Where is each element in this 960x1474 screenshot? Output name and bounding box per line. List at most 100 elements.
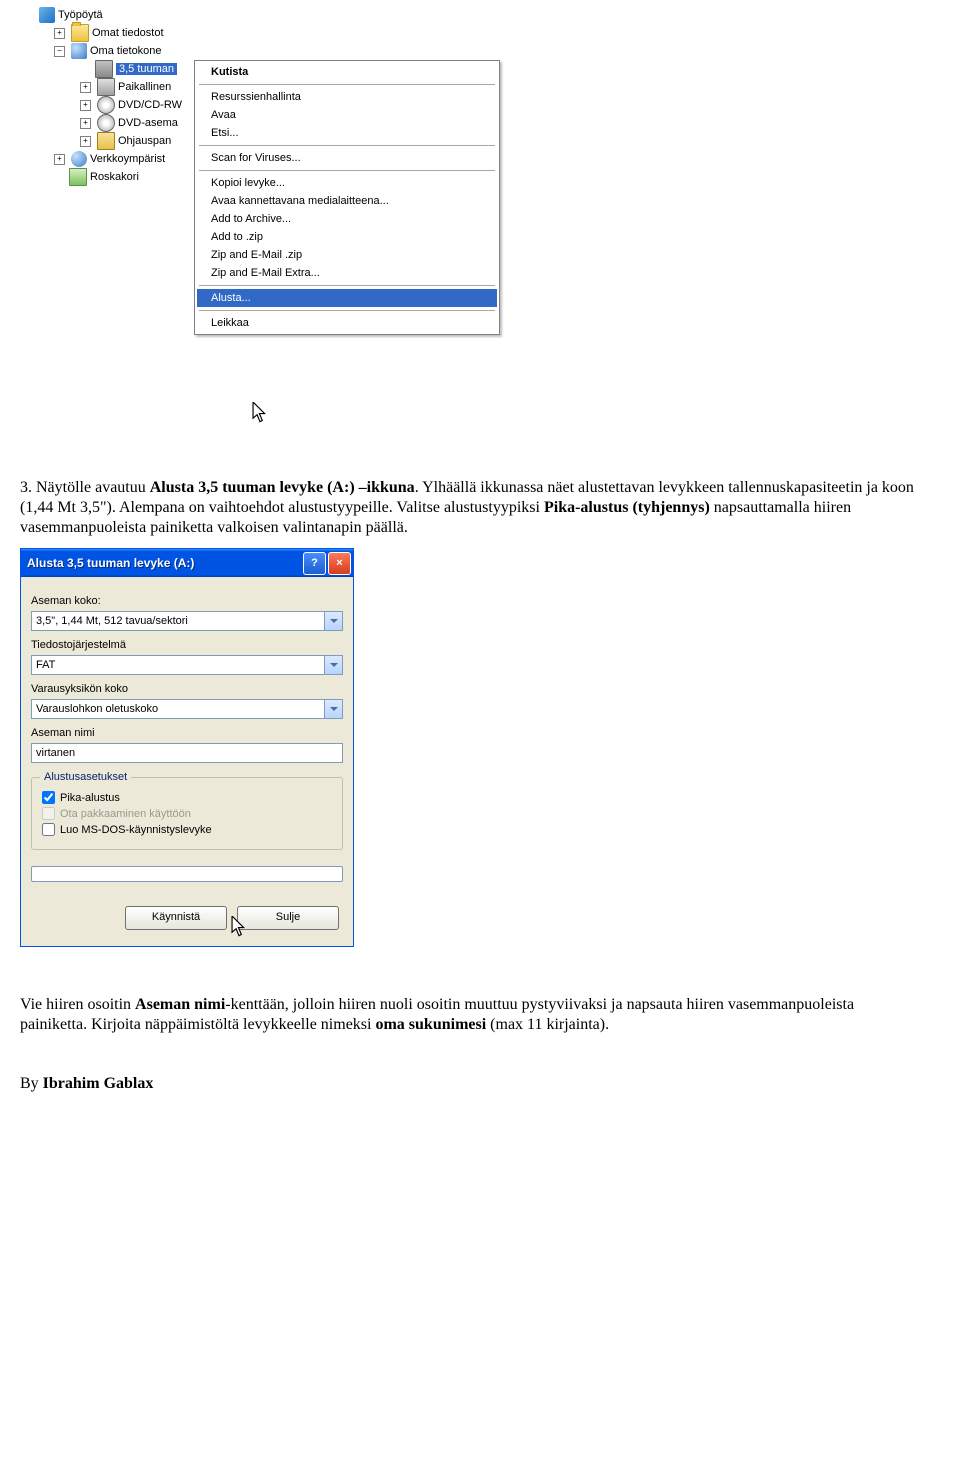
expand-icon[interactable]: + [80, 136, 91, 147]
explorer-tree-screenshot: Työpöytä + Omat tiedostot − Oma tietokon… [20, 0, 500, 460]
tree-label: DVD/CD-RW [118, 99, 182, 111]
cursor-icon [231, 916, 247, 938]
checkbox-label: Ota pakkaaminen käyttöön [60, 808, 191, 820]
checkbox-quick-format[interactable]: Pika-alustus [42, 791, 332, 804]
label-drive-size: Aseman koko: [31, 595, 343, 607]
tree-item-mycomputer[interactable]: − Oma tietokone [20, 42, 200, 60]
combo-value: 3,5", 1,44 Mt, 512 tavua/sektori [36, 615, 188, 627]
close-dialog-button[interactable]: Sulje [237, 906, 339, 930]
tree-label: 3,5 tuuman [116, 63, 177, 75]
menu-item-zipmail[interactable]: Zip and E-Mail .zip [197, 246, 497, 264]
author-line: By Ibrahim Gablax [20, 1075, 940, 1093]
collapse-icon[interactable]: − [54, 46, 65, 57]
tree-item-dvdrom[interactable]: + DVD-asema [20, 114, 200, 132]
menu-separator [199, 285, 495, 286]
chevron-down-icon[interactable] [324, 700, 342, 718]
menu-separator [199, 170, 495, 171]
checkbox-input[interactable] [42, 823, 55, 836]
expand-icon[interactable]: + [80, 118, 91, 129]
text: (max 11 kirjainta). [486, 1016, 609, 1033]
tree-item-network[interactable]: + Verkkoympärist [20, 150, 200, 168]
checkbox-input [42, 807, 55, 820]
cdrom-icon [97, 96, 115, 114]
context-menu: Kutista Resurssienhallinta Avaa Etsi... … [194, 60, 500, 335]
combo-filesystem[interactable]: FAT [31, 655, 343, 675]
menu-item-addzip[interactable]: Add to .zip [197, 228, 497, 246]
control-panel-icon [97, 132, 115, 150]
label-allocation: Varausyksikön koko [31, 683, 343, 695]
tree-item-mydocs[interactable]: + Omat tiedostot [20, 24, 200, 42]
floppy-drive-icon [95, 60, 113, 78]
bold-text: oma sukunimesi [375, 1016, 486, 1033]
cdrom-icon [97, 114, 115, 132]
chevron-down-icon[interactable] [324, 612, 342, 630]
menu-item-addarchive[interactable]: Add to Archive... [197, 210, 497, 228]
label-volume-name: Aseman nimi [31, 727, 343, 739]
bold-text: Alusta 3,5 tuuman levyke (A:) –ikkuna [150, 479, 415, 496]
tree-label: Roskakori [90, 171, 139, 183]
tree-label: Työpöytä [58, 9, 103, 21]
desktop-icon [39, 7, 55, 23]
expand-icon[interactable]: + [80, 100, 91, 111]
combo-value: Varauslohkon oletuskoko [36, 703, 158, 715]
harddisk-icon [97, 78, 115, 96]
my-computer-icon [71, 43, 87, 59]
format-options-group: Alustusasetukset Pika-alustus Ota pakkaa… [31, 777, 343, 850]
instruction-paragraph-1: 3. Näytölle avautuu Alusta 3,5 tuuman le… [20, 478, 920, 538]
label-filesystem: Tiedostojärjestelmä [31, 639, 343, 651]
expand-icon[interactable]: + [54, 28, 65, 39]
tree-item-desktop[interactable]: Työpöytä [20, 6, 200, 24]
progress-bar [31, 866, 343, 882]
tree-label: DVD-asema [118, 117, 178, 129]
menu-item-cut[interactable]: Leikkaa [197, 314, 497, 332]
menu-item-format[interactable]: Alusta... [197, 289, 497, 307]
menu-item-copydisk[interactable]: Kopioi levyke... [197, 174, 497, 192]
chevron-down-icon[interactable] [324, 656, 342, 674]
checkbox-label: Pika-alustus [60, 792, 120, 804]
instruction-paragraph-2: Vie hiiren osoitin Aseman nimi-kenttään,… [20, 995, 920, 1035]
group-label: Alustusasetukset [40, 771, 131, 783]
titlebar: Alusta 3,5 tuuman levyke (A:) ? × [21, 549, 353, 577]
help-button[interactable]: ? [303, 552, 326, 575]
tree-label: Paikallinen [118, 81, 171, 93]
menu-item-search[interactable]: Etsi... [197, 124, 497, 142]
menu-separator [199, 145, 495, 146]
tree-label: Oma tietokone [90, 45, 162, 57]
combo-allocation[interactable]: Varauslohkon oletuskoko [31, 699, 343, 719]
menu-item-openportable[interactable]: Avaa kannettavana medialaitteena... [197, 192, 497, 210]
menu-item-scan[interactable]: Scan for Viruses... [197, 149, 497, 167]
start-button[interactable]: Käynnistä [125, 906, 227, 930]
text: Vie hiiren osoitin [20, 996, 135, 1013]
checkbox-compression: Ota pakkaaminen käyttöön [42, 807, 332, 820]
text: By [20, 1075, 43, 1092]
menu-item-zipmailx[interactable]: Zip and E-Mail Extra... [197, 264, 497, 282]
expand-icon[interactable]: + [54, 154, 65, 165]
menu-separator [199, 84, 495, 85]
tree-item-local[interactable]: + Paikallinen [20, 78, 200, 96]
tree-item-dvdcdrw[interactable]: + DVD/CD-RW [20, 96, 200, 114]
menu-item-explore[interactable]: Resurssienhallinta [197, 88, 497, 106]
menu-item-open[interactable]: Avaa [197, 106, 497, 124]
format-dialog: Alusta 3,5 tuuman levyke (A:) ? × Aseman… [20, 548, 354, 947]
menu-separator [199, 310, 495, 311]
menu-item-collapse[interactable]: Kutista [197, 63, 497, 81]
input-volume-name[interactable] [31, 743, 343, 763]
bold-text: Aseman nimi [135, 996, 225, 1013]
text: 3. Näytölle avautuu [20, 479, 150, 496]
checkbox-msdos-startup[interactable]: Luo MS-DOS-käynnistyslevyke [42, 823, 332, 836]
network-icon [71, 151, 87, 167]
combo-drive-size[interactable]: 3,5", 1,44 Mt, 512 tavua/sektori [31, 611, 343, 631]
combo-value: FAT [36, 659, 55, 671]
checkbox-input[interactable] [42, 791, 55, 804]
recycle-bin-icon [69, 168, 87, 186]
tree-item-controlpanel[interactable]: + Ohjauspan [20, 132, 200, 150]
tree-item-floppy[interactable]: 3,5 tuuman [20, 60, 200, 78]
close-button[interactable]: × [328, 552, 351, 575]
expand-icon[interactable]: + [80, 82, 91, 93]
tree-label: Omat tiedostot [92, 27, 164, 39]
tree-item-recycle[interactable]: Roskakori [20, 168, 200, 186]
bold-text: Ibrahim Gablax [43, 1075, 154, 1092]
cursor-icon [252, 402, 268, 424]
tree-label: Ohjauspan [118, 135, 171, 147]
dialog-title: Alusta 3,5 tuuman levyke (A:) [27, 556, 301, 570]
